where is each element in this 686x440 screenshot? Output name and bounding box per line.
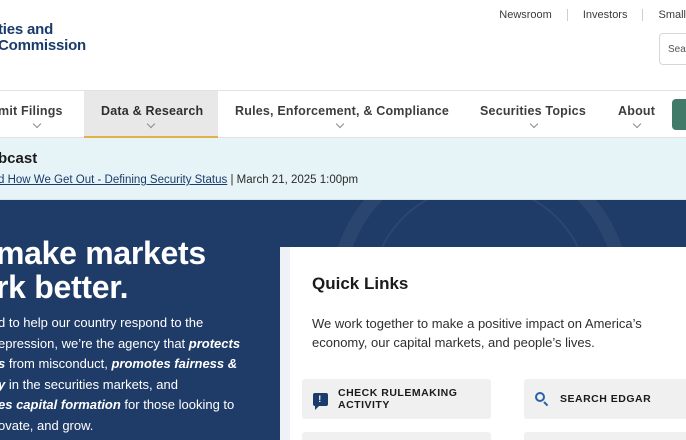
utility-nav: Newsroom Investors Small [484, 9, 686, 21]
hero-text: in the securities markets, and [5, 376, 178, 392]
nav-submit-filings[interactable]: mit Filings [0, 91, 82, 138]
nav-label: Data & Research [101, 104, 204, 118]
comment-icon: ! [312, 392, 328, 410]
banner-title: bcast [0, 150, 38, 167]
nav-about[interactable]: About [618, 91, 658, 138]
sec-logo[interactable]: ties and Commission [0, 22, 86, 54]
webcast-link[interactable]: d How We Get Out - Defining Security Sta… [0, 174, 227, 186]
chevron-down-icon [632, 119, 642, 129]
quick-link-label: CHECK RULEMAKING ACTIVITY [338, 387, 458, 411]
logo-line-2: Commission [0, 37, 87, 54]
comment-icon-wrap: ! [302, 392, 338, 410]
hero-text: epression, we’re the agency that [0, 335, 189, 351]
quick-links-description: We work together to make a positive impa… [312, 316, 642, 350]
hero-emphasis: protects [188, 335, 241, 351]
hero-text: for those looking to [120, 397, 235, 412]
quick-link-label: SEARCH EDGAR [560, 393, 652, 405]
search-icon-wrap [524, 392, 560, 407]
chevron-down-icon [529, 119, 539, 129]
hero-emphasis: promotes fairness & [111, 356, 238, 371]
nav-rules-enforcement[interactable]: Rules, Enforcement, & Compliance [235, 91, 450, 138]
quick-link-partial[interactable] [524, 432, 686, 440]
small-business-link[interactable]: Small [643, 9, 686, 21]
quick-links-title: Quick Links [312, 274, 409, 293]
nav-action-button[interactable] [672, 99, 686, 130]
banner-separator: | [230, 174, 234, 186]
nav-label: About [618, 104, 656, 118]
chevron-down-icon [32, 119, 42, 129]
search-input[interactable]: Sea [659, 33, 686, 65]
search-icon-ring [535, 392, 545, 402]
hero-text: ovate, and grow. [0, 417, 94, 433]
hero-title: make markets rk better. [0, 236, 206, 304]
logo-line-1: ties and [0, 21, 54, 38]
main-nav: mit Filings Data & Research Rules, Enfor… [0, 90, 686, 139]
hero-emphasis: es capital formation [0, 397, 121, 412]
hero-text: from misconduct, [5, 356, 112, 371]
nav-label: mit Filings [0, 104, 63, 118]
hero-text: d to help our country respond to the [0, 315, 204, 330]
nav-label: Securities Topics [480, 104, 586, 118]
chevron-down-icon [146, 119, 156, 129]
nav-securities-topics[interactable]: Securities Topics [480, 91, 586, 138]
hero-title-line-1: make markets [0, 235, 206, 271]
hero-description: d to help our country respond to the epr… [0, 313, 268, 436]
newsroom-link[interactable]: Newsroom [484, 9, 567, 21]
investors-link[interactable]: Investors [568, 9, 643, 21]
search-icon [535, 392, 549, 407]
search-icon-handle [543, 401, 549, 407]
check-rulemaking-button[interactable]: ! CHECK RULEMAKING ACTIVITY [302, 379, 491, 419]
quick-link-partial[interactable] [302, 432, 491, 440]
hero-title-line-2: rk better. [0, 269, 129, 305]
nav-label: Rules, Enforcement, & Compliance [235, 104, 450, 118]
banner-line: d How We Get Out - Defining Security Sta… [0, 174, 358, 186]
alert-banner: bcast d How We Get Out - Defining Securi… [0, 138, 686, 200]
chevron-down-icon [335, 119, 345, 129]
banner-date: March 21, 2025 1:00pm [236, 174, 359, 186]
search-edgar-button[interactable]: SEARCH EDGAR [524, 379, 686, 419]
nav-data-research[interactable]: Data & Research [84, 91, 218, 139]
site-header: ties and Commission Newsroom Investors S… [0, 0, 686, 90]
